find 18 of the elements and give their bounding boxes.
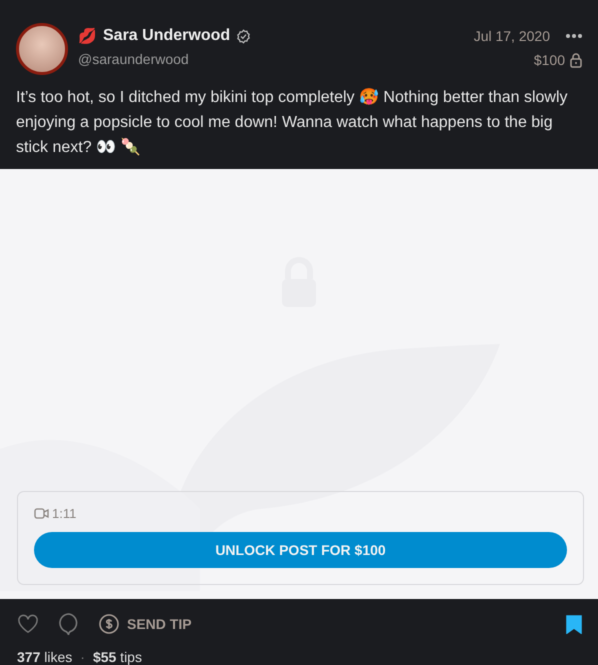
- author-handle[interactable]: @saraunderwood: [78, 51, 464, 67]
- tips-count[interactable]: $55 tips: [92, 649, 142, 665]
- like-icon[interactable]: [17, 614, 39, 634]
- author-name[interactable]: Sara Underwood: [103, 27, 230, 45]
- post-price: $100: [534, 52, 565, 68]
- post-date: Jul 17, 2020: [474, 28, 550, 44]
- video-duration: 1:11: [52, 506, 76, 521]
- dollar-icon: [99, 614, 119, 634]
- comment-icon[interactable]: [59, 613, 79, 635]
- more-icon[interactable]: [566, 34, 582, 38]
- bookmark-icon[interactable]: [566, 614, 582, 634]
- avatar[interactable]: [16, 23, 68, 75]
- separator-dot: ·: [80, 649, 85, 665]
- likes-count[interactable]: 377 likes: [17, 649, 72, 665]
- video-icon: [34, 508, 49, 519]
- post-text: It’s too hot, so I ditched my bikini top completely 🥵 Nothing better than slowly enjoying a popsicle to cool me down! Wanna watch what happens to the big stick next? 👀 🍡: [16, 87, 569, 158]
- send-tip-button[interactable]: SEND TIP: [99, 614, 192, 634]
- author-emoji: 💋: [78, 27, 97, 45]
